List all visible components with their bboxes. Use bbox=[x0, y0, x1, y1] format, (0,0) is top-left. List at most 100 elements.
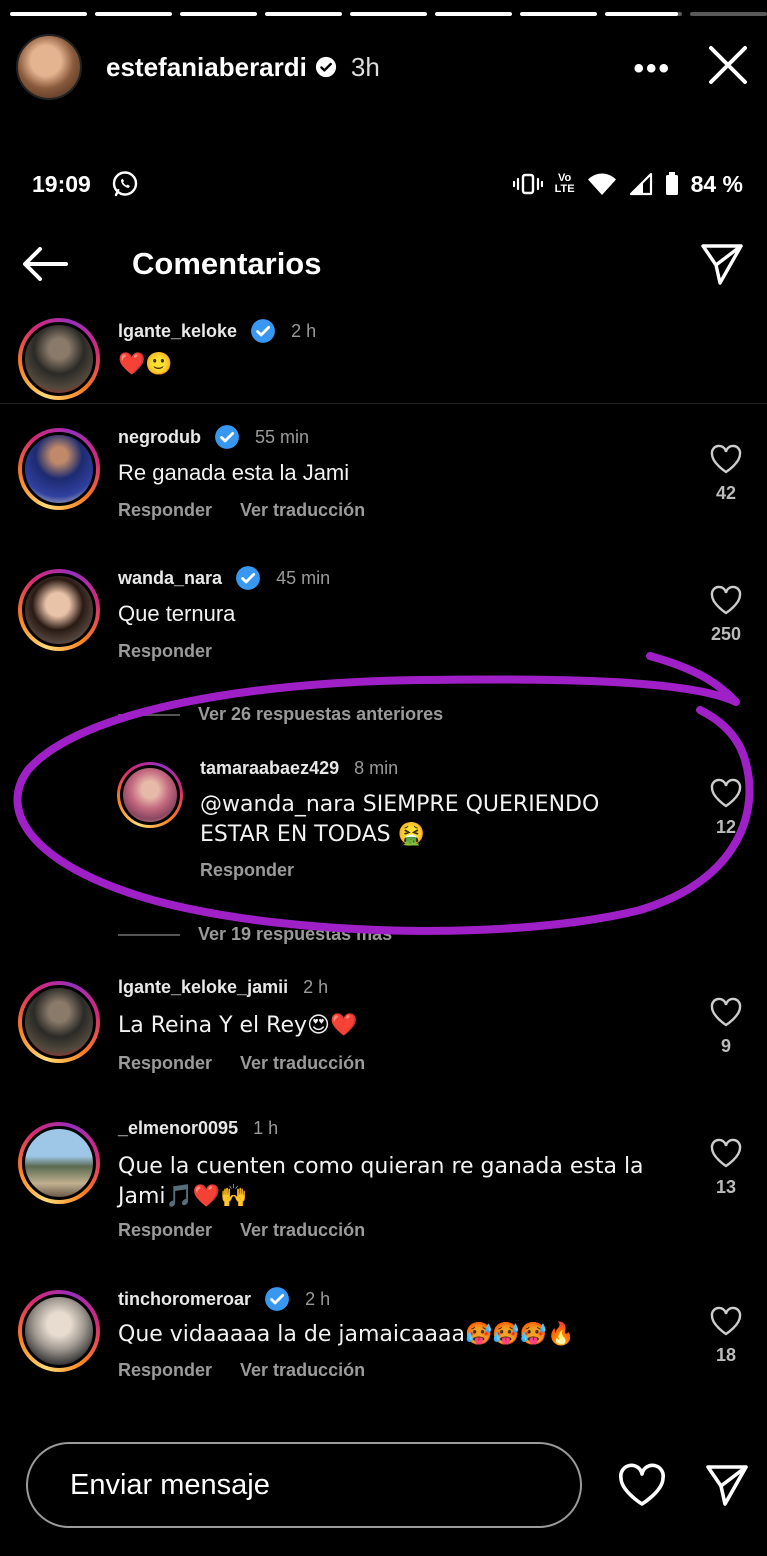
comment-actions: Responder Ver traducción bbox=[118, 1360, 365, 1381]
translate-button[interactable]: Ver traducción bbox=[240, 1360, 365, 1380]
reply-button[interactable]: Responder bbox=[118, 641, 212, 661]
reply-button[interactable]: Responder bbox=[118, 500, 212, 520]
comment-actions: Responder bbox=[200, 860, 294, 881]
like-button[interactable]: 250 bbox=[709, 585, 743, 645]
page-title: Comentarios bbox=[132, 246, 322, 281]
send-message-input[interactable]: Enviar mensaje bbox=[26, 1442, 582, 1528]
more-options-icon[interactable]: ••• bbox=[633, 52, 671, 86]
comment-username[interactable]: lgante_keloke 2 h bbox=[118, 318, 316, 344]
story-progress-segment bbox=[690, 12, 767, 16]
send-icon[interactable] bbox=[699, 241, 745, 287]
comment-text: Que ternura bbox=[118, 601, 236, 626]
comment-username[interactable]: wanda_nara 45 min bbox=[118, 565, 330, 591]
heart-icon[interactable] bbox=[618, 1463, 666, 1507]
story-progress-segment bbox=[10, 12, 87, 16]
volte-indicator: Vo LTE bbox=[555, 173, 575, 195]
divider bbox=[0, 403, 767, 404]
comment-username[interactable]: negrodub 55 min bbox=[118, 424, 309, 450]
comment-username[interactable]: lgante_keloke_jamii 2 h bbox=[118, 977, 328, 998]
avatar[interactable] bbox=[18, 1122, 100, 1204]
comment-text: Re ganada esta la Jami bbox=[118, 460, 350, 485]
avatar[interactable] bbox=[18, 569, 100, 651]
story-username[interactable]: estefaniaberardi bbox=[106, 52, 307, 83]
avatar[interactable] bbox=[117, 762, 183, 828]
verified-icon bbox=[251, 319, 275, 343]
comments-header: Comentarios bbox=[22, 238, 745, 290]
status-bar: 19:09 Vo LTE 84 % bbox=[32, 166, 743, 202]
vibrate-icon bbox=[512, 173, 543, 195]
comment-time: 1 h bbox=[253, 1118, 279, 1138]
reply-button[interactable]: Responder bbox=[118, 1220, 212, 1240]
view-more-replies-link[interactable]: Ver 19 respuestas más bbox=[118, 924, 392, 945]
close-icon[interactable] bbox=[705, 42, 751, 88]
battery-percent: 84 % bbox=[690, 170, 743, 197]
like-button[interactable]: 42 bbox=[709, 444, 743, 504]
heart-icon[interactable] bbox=[710, 444, 742, 474]
story-avatar[interactable] bbox=[16, 34, 82, 100]
comment-text: La Reina Y el Rey😍❤️ bbox=[118, 1013, 358, 1038]
back-arrow-icon[interactable] bbox=[22, 246, 68, 282]
wifi-icon bbox=[587, 173, 616, 195]
story-progress-segment bbox=[605, 12, 682, 16]
avatar[interactable] bbox=[18, 981, 100, 1063]
like-count: 250 bbox=[710, 624, 742, 644]
story-progress-segment bbox=[180, 12, 257, 16]
like-count: 18 bbox=[715, 1345, 737, 1365]
heart-icon[interactable] bbox=[710, 585, 742, 615]
story-progress-segment bbox=[350, 12, 427, 16]
comment-text: @wanda_nara SIEMPRE QUERIENDO ESTAR EN T… bbox=[200, 792, 600, 847]
translate-button[interactable]: Ver traducción bbox=[240, 500, 365, 520]
status-time: 19:09 bbox=[32, 170, 91, 197]
comment-text: Que vidaaaaa la de jamaicaaaa🥵🥵🥵🔥 bbox=[118, 1322, 575, 1347]
comment-time: 2 h bbox=[303, 977, 329, 997]
like-count: 42 bbox=[715, 483, 737, 503]
translate-button[interactable]: Ver traducción bbox=[240, 1220, 365, 1240]
reply-button[interactable]: Responder bbox=[200, 860, 294, 880]
like-count: 9 bbox=[720, 1036, 731, 1056]
view-previous-replies-link[interactable]: Ver 26 respuestas anteriores bbox=[118, 704, 443, 725]
comment-time: 2 h bbox=[291, 321, 317, 341]
like-count: 13 bbox=[715, 1177, 737, 1197]
story-progress-bars bbox=[10, 12, 767, 16]
translate-button[interactable]: Ver traducción bbox=[240, 1053, 365, 1073]
comment-time: 45 min bbox=[276, 568, 331, 588]
heart-icon[interactable] bbox=[710, 1138, 742, 1168]
story-time: 3h bbox=[350, 51, 380, 82]
story-progress-segment bbox=[520, 12, 597, 16]
comment-username[interactable]: _elmenor0095 1 h bbox=[118, 1118, 278, 1139]
comment-time: 8 min bbox=[354, 758, 399, 778]
comment-username[interactable]: tinchoromeroar 2 h bbox=[118, 1286, 330, 1312]
story-header: estefaniaberardi 3h ••• bbox=[16, 32, 751, 102]
comment-actions: Responder bbox=[118, 641, 212, 662]
whatsapp-icon bbox=[112, 171, 138, 197]
comment-time: 2 h bbox=[305, 1289, 331, 1309]
send-icon[interactable] bbox=[704, 1462, 750, 1508]
story-progress-segment bbox=[435, 12, 512, 16]
story-progress-segment bbox=[265, 12, 342, 16]
verified-icon bbox=[236, 566, 260, 590]
verified-icon bbox=[215, 425, 239, 449]
comment-time: 55 min bbox=[255, 427, 310, 447]
heart-icon[interactable] bbox=[710, 778, 742, 808]
comment-actions: Responder Ver traducción bbox=[118, 1053, 365, 1074]
like-button[interactable]: 12 bbox=[709, 778, 743, 838]
comment-username[interactable]: tamaraabaez429 8 min bbox=[200, 758, 398, 779]
avatar[interactable] bbox=[18, 428, 100, 510]
like-button[interactable]: 9 bbox=[709, 997, 743, 1057]
avatar[interactable] bbox=[18, 1290, 100, 1372]
story-progress-segment bbox=[95, 12, 172, 16]
verified-icon bbox=[265, 1287, 289, 1311]
battery-icon bbox=[665, 172, 678, 195]
heart-icon[interactable] bbox=[710, 997, 742, 1027]
heart-icon[interactable] bbox=[710, 1306, 742, 1336]
comment-actions: Responder Ver traducción bbox=[118, 500, 365, 521]
reply-button[interactable]: Responder bbox=[118, 1053, 212, 1073]
like-button[interactable]: 13 bbox=[709, 1138, 743, 1198]
avatar[interactable] bbox=[18, 318, 100, 400]
reply-button[interactable]: Responder bbox=[118, 1360, 212, 1380]
comment-text: ❤️🙂 bbox=[118, 352, 173, 377]
like-button[interactable]: 18 bbox=[709, 1306, 743, 1366]
signal-icon bbox=[629, 172, 652, 196]
volte-bottom-label: LTE bbox=[554, 183, 575, 195]
verified-icon bbox=[315, 56, 336, 78]
